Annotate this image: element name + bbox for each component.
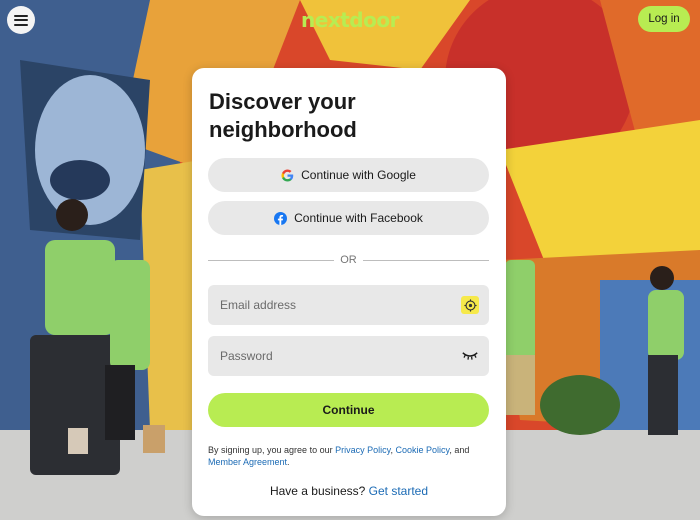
get-started-link[interactable]: Get started bbox=[369, 484, 428, 498]
continue-with-facebook-button[interactable]: Continue with Facebook bbox=[208, 201, 489, 235]
member-agreement-link[interactable]: Member Agreement bbox=[208, 457, 287, 467]
divider-line-right bbox=[363, 260, 489, 261]
legal-text: By signing up, you agree to our Privacy … bbox=[208, 444, 493, 468]
facebook-icon bbox=[274, 211, 288, 225]
nextdoor-logo[interactable]: nextdoor bbox=[298, 8, 402, 32]
google-icon bbox=[281, 169, 294, 182]
or-divider: OR bbox=[208, 254, 489, 266]
hamburger-menu-icon bbox=[14, 14, 28, 26]
continue-with-google-button[interactable]: Continue with Google bbox=[208, 158, 489, 192]
google-button-label: Continue with Google bbox=[301, 168, 416, 182]
page-title: Discover your neighborhood bbox=[209, 89, 357, 142]
login-button[interactable]: Log in bbox=[638, 6, 690, 32]
legal-prefix: By signing up, you agree to our bbox=[208, 445, 336, 455]
legal-suffix: . bbox=[287, 457, 290, 467]
email-field-container bbox=[208, 285, 489, 325]
legal-and: , and bbox=[449, 445, 470, 455]
autofill-target-icon[interactable] bbox=[461, 296, 479, 314]
continue-button[interactable]: Continue bbox=[208, 393, 489, 427]
email-field[interactable] bbox=[208, 285, 489, 325]
privacy-policy-link[interactable]: Privacy Policy bbox=[335, 445, 390, 455]
password-field-container bbox=[208, 336, 489, 376]
facebook-button-label: Continue with Facebook bbox=[294, 211, 423, 225]
business-prompt: Have a business? Get started bbox=[192, 484, 506, 498]
top-header: nextdoor Log in bbox=[0, 0, 700, 40]
eye-closed-icon[interactable] bbox=[461, 347, 479, 365]
signup-card: Discover your neighborhood Continue with… bbox=[192, 68, 506, 516]
cookie-policy-link[interactable]: Cookie Policy bbox=[395, 445, 449, 455]
password-field[interactable] bbox=[208, 336, 489, 376]
business-prompt-text: Have a business? bbox=[269, 484, 369, 498]
menu-button[interactable] bbox=[7, 6, 35, 34]
